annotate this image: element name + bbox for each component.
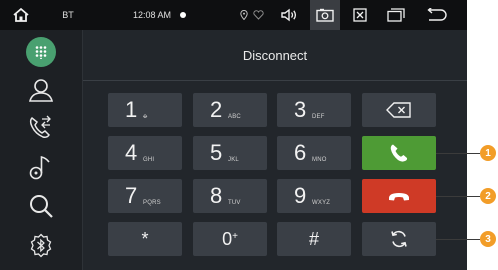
switch-button[interactable] [362, 222, 436, 256]
callout-1: 1 [480, 145, 496, 161]
hang-up-icon [389, 193, 409, 201]
dialpad-icon [26, 37, 56, 67]
key-digit: 8 [210, 183, 223, 208]
backspace-icon [386, 102, 411, 118]
music-icon [29, 156, 50, 180]
key-digit: 9 [294, 183, 307, 208]
backspace-button[interactable] [362, 93, 436, 127]
sidebar [0, 30, 83, 270]
key-digit-wrap: 0 + [193, 222, 267, 256]
key-letters: DEF [312, 114, 325, 120]
sidebar-item-search[interactable] [12, 189, 70, 223]
back-icon[interactable] [422, 0, 452, 30]
key-plus: + [232, 230, 238, 242]
key-5[interactable]: 5 JKL [193, 136, 267, 170]
dialer-header: Disconnect [83, 30, 467, 81]
search-icon [30, 195, 53, 218]
volume-icon[interactable] [278, 0, 300, 30]
key-hash[interactable]: # [277, 222, 351, 256]
key-digit: 3 [294, 97, 307, 122]
home-icon[interactable] [8, 0, 34, 30]
key-digit: * [141, 228, 149, 249]
location-icon [238, 0, 250, 30]
screenshot-icon[interactable] [310, 0, 340, 30]
sidebar-item-call-log[interactable] [12, 110, 70, 144]
bluetooth-status-label: BT [62, 10, 74, 20]
status-bar: BT 12:08 AM [0, 0, 467, 30]
sidebar-item-bluetooth-settings[interactable] [12, 229, 70, 263]
key-3[interactable]: 3 DEF [277, 93, 351, 127]
sidebar-item-contacts[interactable] [12, 73, 70, 107]
key-letters: ABC [228, 114, 241, 120]
switch-icon [391, 230, 407, 248]
key-digit: 2 [210, 97, 223, 122]
head-unit-screen: BT 12:08 AM Disconnect 1 ꝋ 2 ABC 3 DEF 4… [0, 0, 467, 270]
key-digit: 0 [222, 228, 233, 249]
key-6[interactable]: 6 MNO [277, 136, 351, 170]
key-digit: 4 [125, 140, 138, 165]
call-log-icon [29, 115, 51, 138]
key-letters: ꝋ [143, 114, 148, 120]
call-button[interactable] [362, 136, 436, 170]
key-digit: 5 [210, 140, 223, 165]
sidebar-item-dialpad[interactable] [12, 35, 70, 69]
callout-line-1 [436, 153, 480, 154]
key-1[interactable]: 1 ꝋ [108, 93, 182, 127]
key-2[interactable]: 2 ABC [193, 93, 267, 127]
contacts-icon [28, 79, 54, 102]
callout-3: 3 [480, 231, 496, 247]
hang-up-button[interactable] [362, 179, 436, 213]
status-dot-icon [178, 0, 188, 30]
key-letters: PQRS [143, 200, 161, 206]
key-7[interactable]: 7 PQRS [108, 179, 182, 213]
callout-line-2 [436, 196, 480, 197]
key-digit: 6 [294, 140, 307, 165]
key-letters: MNO [312, 157, 327, 163]
key-digit: 1 [125, 97, 138, 122]
connection-status-title: Disconnect [242, 47, 308, 63]
key-digit: 7 [125, 183, 138, 208]
callout-2: 2 [480, 188, 496, 204]
bluetooth-settings-icon [30, 233, 52, 258]
key-letters: TUV [228, 200, 241, 206]
key-9[interactable]: 9 WXYZ [277, 179, 351, 213]
heart-icon [251, 0, 265, 30]
recent-apps-icon[interactable] [383, 0, 409, 30]
key-0[interactable]: 0 + [193, 222, 267, 256]
clock: 12:08 AM [132, 10, 172, 20]
key-letters: GHI [143, 157, 155, 163]
key-8[interactable]: 8 TUV [193, 179, 267, 213]
call-icon [390, 144, 408, 162]
key-star[interactable]: * [108, 222, 182, 256]
key-4[interactable]: 4 GHI [108, 136, 182, 170]
key-letters: WXYZ [312, 200, 331, 206]
sidebar-item-music[interactable] [12, 150, 70, 184]
callout-line-3 [436, 239, 480, 240]
close-box-icon[interactable] [348, 0, 372, 30]
key-letters: JKL [228, 157, 239, 163]
key-digit: # [308, 228, 319, 249]
